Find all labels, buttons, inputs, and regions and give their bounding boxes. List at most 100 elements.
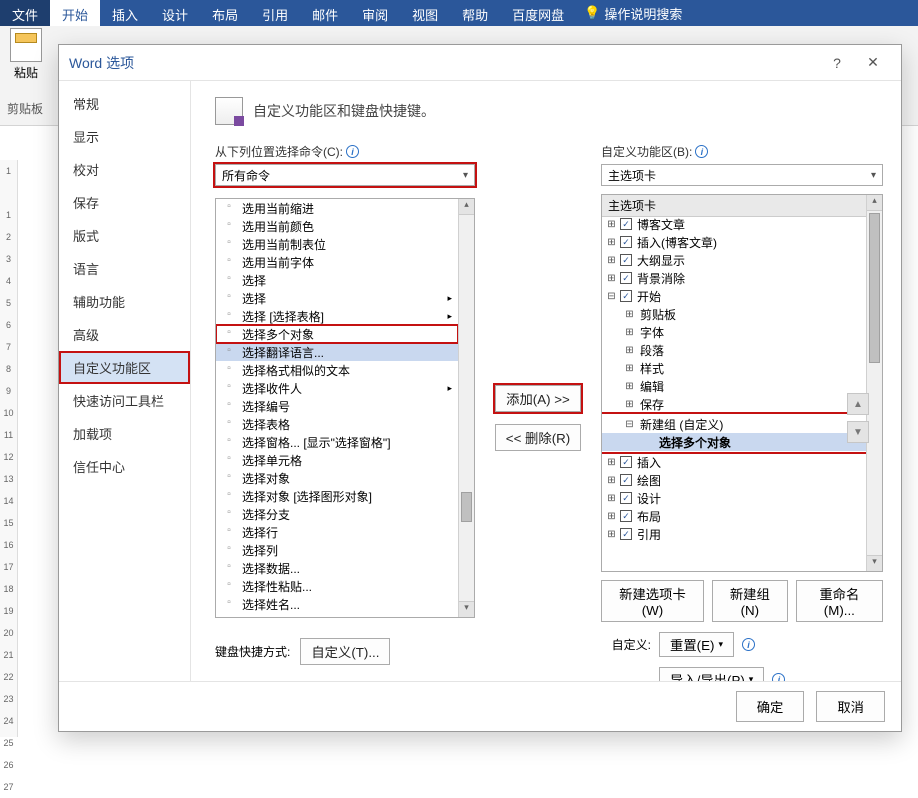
command-item[interactable]: ▫选择数据... (216, 559, 458, 577)
move-up-button[interactable]: ▲ (847, 393, 869, 415)
tree-scrollbar[interactable]: ▴ ▾ (866, 195, 882, 571)
scroll-down-icon[interactable]: ▾ (867, 555, 882, 571)
info-icon[interactable]: i (346, 145, 359, 158)
ribbon-tab-mailings[interactable]: 邮件 (300, 0, 350, 26)
scroll-thumb[interactable] (869, 213, 880, 363)
scroll-thumb[interactable] (461, 492, 472, 522)
category-7[interactable]: 高级 (59, 318, 190, 351)
scroll-up-icon[interactable]: ▴ (459, 199, 474, 215)
paste-label[interactable]: 粘贴 (2, 64, 50, 81)
expand-icon[interactable]: ⊞ (606, 219, 617, 230)
commands-scrollbar[interactable]: ▴ ▾ (458, 199, 474, 617)
expand-icon[interactable]: ⊞ (624, 381, 635, 392)
command-item[interactable]: ▫选用当前制表位 (216, 235, 458, 253)
ribbon-tab-insert[interactable]: 插入 (100, 0, 150, 26)
category-2[interactable]: 校对 (59, 153, 190, 186)
tree-item[interactable]: ⊞✓设计 (602, 489, 866, 507)
command-item[interactable]: ▫选择 (216, 271, 458, 289)
ribbon-tree[interactable]: 主选项卡 ⊞✓博客文章⊞✓插入(博客文章)⊞✓大纲显示⊞✓背景消除⊟✓开始⊞剪贴… (601, 194, 883, 572)
category-10[interactable]: 加载项 (59, 417, 190, 450)
expand-icon[interactable]: ⊞ (606, 255, 617, 266)
tree-item[interactable]: ⊞✓布局 (602, 507, 866, 525)
expand-icon[interactable]: ⊟ (624, 419, 635, 430)
tree-item[interactable]: ⊞保存 (602, 395, 866, 413)
help-button[interactable]: ? (819, 47, 855, 79)
tree-item[interactable]: ⊞段落 (602, 341, 866, 359)
category-6[interactable]: 辅助功能 (59, 285, 190, 318)
expand-icon[interactable]: ⊞ (606, 273, 617, 284)
command-item[interactable]: ▫选择收件人▸ (216, 379, 458, 397)
info-icon[interactable]: i (742, 638, 755, 651)
tree-item[interactable]: ⊟新建组 (自定义) (602, 415, 866, 433)
ribbon-tab-view[interactable]: 视图 (400, 0, 450, 26)
tree-item[interactable]: ⊞✓大纲显示 (602, 251, 866, 269)
info-icon[interactable]: i (772, 673, 785, 681)
checkbox[interactable]: ✓ (620, 474, 632, 486)
customize-ribbon-combo[interactable]: 主选项卡 ▾ (601, 164, 883, 186)
close-button[interactable]: ✕ (855, 47, 891, 79)
tree-item[interactable]: ⊞编辑 (602, 377, 866, 395)
expand-icon[interactable]: ⊞ (624, 399, 635, 410)
command-item[interactable]: ▫选择表格 (216, 415, 458, 433)
rename-button[interactable]: 重命名(M)... (796, 580, 883, 622)
command-item[interactable]: ▫选择 [选择表格]▸ (216, 307, 458, 325)
checkbox[interactable]: ✓ (620, 236, 632, 248)
category-3[interactable]: 保存 (59, 186, 190, 219)
add-command-button[interactable]: 添加(A) >> (495, 385, 581, 412)
tree-item[interactable]: ⊟✓开始 (602, 287, 866, 305)
expand-icon[interactable]: ⊞ (606, 237, 617, 248)
command-item[interactable]: ▫选择行 (216, 523, 458, 541)
ribbon-tab-home[interactable]: 开始 (50, 0, 100, 26)
category-5[interactable]: 语言 (59, 252, 190, 285)
command-item[interactable]: ▫选择窗格... [显示"选择窗格"] (216, 433, 458, 451)
command-item[interactable]: ▫选用当前字体 (216, 253, 458, 271)
command-item[interactable]: ▫选择列 (216, 541, 458, 559)
tree-item[interactable]: ⊞剪贴板 (602, 305, 866, 323)
category-0[interactable]: 常规 (59, 87, 190, 120)
checkbox[interactable]: ✓ (620, 272, 632, 284)
command-item[interactable]: ▫选择格式相似的文本 (216, 361, 458, 379)
ribbon-tab-design[interactable]: 设计 (150, 0, 200, 26)
checkbox[interactable]: ✓ (620, 218, 632, 230)
checkbox[interactable]: ✓ (620, 510, 632, 522)
tree-item[interactable]: ⊞✓插入(博客文章) (602, 233, 866, 251)
checkbox[interactable]: ✓ (620, 456, 632, 468)
customize-keyboard-button[interactable]: 自定义(T)... (300, 638, 390, 665)
tree-item[interactable]: 选择多个对象 (602, 433, 866, 451)
expand-icon[interactable]: ⊞ (606, 529, 617, 540)
ok-button[interactable]: 确定 (736, 691, 805, 722)
cancel-button[interactable]: 取消 (816, 691, 885, 722)
scroll-up-icon[interactable]: ▴ (867, 195, 882, 211)
command-item[interactable]: ▫选择对象 (216, 469, 458, 487)
command-item[interactable]: ▫选择分支 (216, 505, 458, 523)
expand-icon[interactable]: ⊞ (624, 309, 635, 320)
checkbox[interactable]: ✓ (620, 528, 632, 540)
tell-me-search[interactable]: 💡 操作说明搜索 (584, 0, 682, 26)
tree-item[interactable]: ⊞✓绘图 (602, 471, 866, 489)
command-item[interactable]: ▫选择单元格 (216, 451, 458, 469)
checkbox[interactable]: ✓ (620, 492, 632, 504)
expand-icon[interactable]: ⊞ (606, 493, 617, 504)
new-tab-button[interactable]: 新建选项卡(W) (601, 580, 704, 622)
reset-button[interactable]: 重置(E)▾ (659, 632, 734, 657)
command-item[interactable]: ▫选择多个对象 (216, 325, 458, 343)
ribbon-tab-references[interactable]: 引用 (250, 0, 300, 26)
expand-icon[interactable]: ⊟ (606, 291, 617, 302)
expand-icon[interactable]: ⊞ (624, 345, 635, 356)
expand-icon[interactable]: ⊞ (606, 475, 617, 486)
tree-item[interactable]: ⊞✓背景消除 (602, 269, 866, 287)
expand-icon[interactable]: ⊞ (606, 457, 617, 468)
tree-item[interactable]: ⊞✓插入 (602, 453, 866, 471)
command-item[interactable]: ▫选择姓名... (216, 595, 458, 613)
tree-item[interactable]: ⊞✓博客文章 (602, 215, 866, 233)
ribbon-tab-review[interactable]: 审阅 (350, 0, 400, 26)
category-8[interactable]: 自定义功能区 (59, 351, 190, 384)
command-item[interactable]: ▫选择▸ (216, 289, 458, 307)
checkbox[interactable]: ✓ (620, 290, 632, 302)
ribbon-tab-file[interactable]: 文件 (0, 0, 50, 26)
tree-item[interactable]: ⊞样式 (602, 359, 866, 377)
ribbon-tab-help[interactable]: 帮助 (450, 0, 500, 26)
category-11[interactable]: 信任中心 (59, 450, 190, 483)
scroll-down-icon[interactable]: ▾ (459, 601, 474, 617)
import-export-button[interactable]: 导入/导出(P)▾ (659, 667, 764, 681)
